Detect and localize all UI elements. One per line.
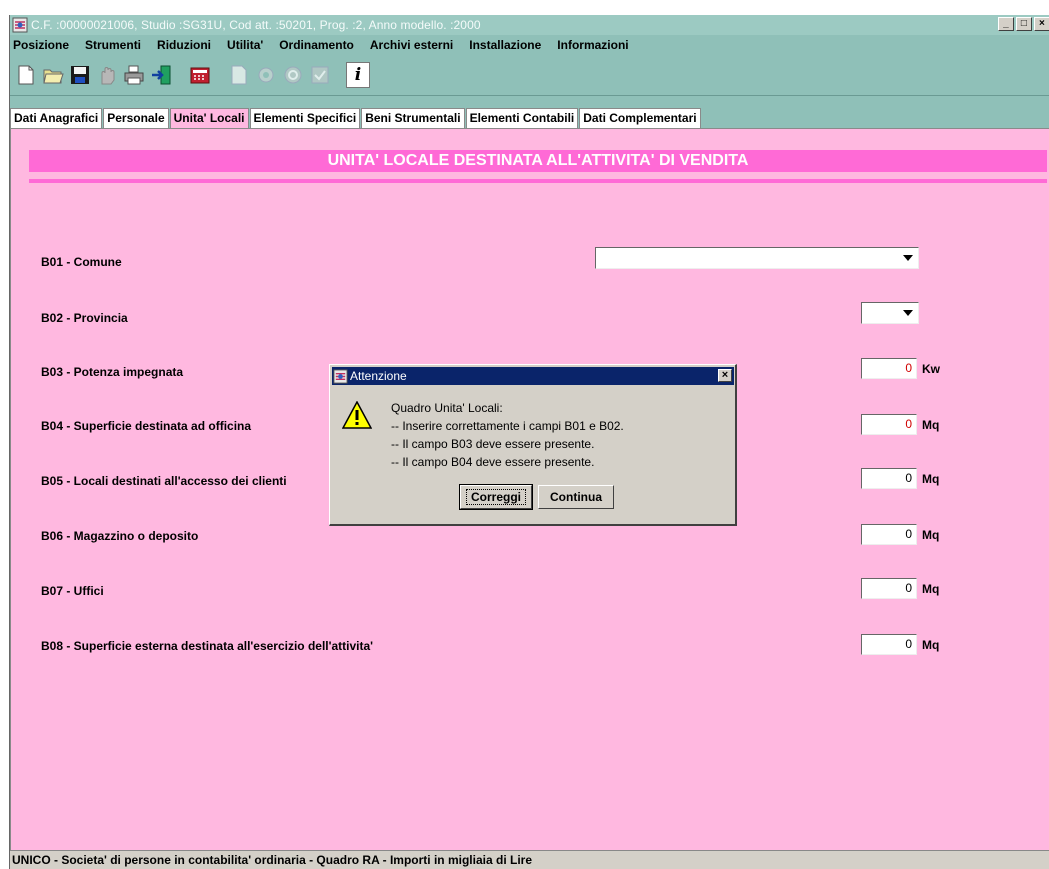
info-icon: i <box>354 65 362 85</box>
b04-label: B04 - Superficie destinata ad officina <box>41 419 252 433</box>
warning-icon <box>342 401 372 429</box>
exit-button[interactable] <box>148 62 174 88</box>
menu-riduzioni[interactable]: Riduzioni <box>149 38 219 52</box>
menu-informazioni[interactable]: Informazioni <box>549 38 636 52</box>
section-title: UNITA' LOCALE DESTINATA ALL'ATTIVITA' DI… <box>29 150 1047 172</box>
b07-label: B07 - Uffici <box>41 584 104 598</box>
dialog-message-line: -- Inserire correttamente i campi B01 e … <box>391 419 624 433</box>
dialog-message-line: Quadro Unita' Locali: <box>391 401 503 415</box>
b01-label: B01 - Comune <box>41 255 122 269</box>
b08-label: B08 - Superficie esterna destinata all'e… <box>41 639 374 653</box>
tab-dati-anagrafici[interactable]: Dati Anagrafici <box>10 108 103 128</box>
b06-unit: Mq <box>922 528 940 542</box>
settings-button[interactable] <box>253 62 279 88</box>
b07-unit: Mq <box>922 582 940 596</box>
menu-installazione[interactable]: Installazione <box>461 38 549 52</box>
tab-dati-complementari[interactable]: Dati Complementari <box>579 108 701 128</box>
open-button[interactable] <box>40 62 66 88</box>
tab-unita-locali[interactable]: Unita' Locali <box>169 108 249 128</box>
tab-elementi-contabili[interactable]: Elementi Contabili <box>465 108 579 128</box>
b01-dropdown-button[interactable] <box>898 248 918 268</box>
chevron-down-icon <box>903 310 913 316</box>
close-window-button[interactable]: × <box>1034 17 1049 31</box>
window-controls: _ □ × <box>996 17 1049 31</box>
b06-magazzino-input[interactable]: 0 <box>861 524 917 545</box>
hand-button[interactable] <box>94 62 120 88</box>
attention-dialog: Attenzione × Quadro Unita' Locali: -- In… <box>329 364 737 526</box>
b05-unit: Mq <box>922 472 940 486</box>
chevron-down-icon <box>903 255 913 261</box>
dialog-message-line: -- Il campo B04 deve essere presente. <box>391 455 595 469</box>
b03-unit: Kw <box>922 362 940 376</box>
b02-label: B02 - Provincia <box>41 311 128 325</box>
exit-icon <box>152 65 171 85</box>
app-icon <box>333 368 348 384</box>
b06-label: B06 - Magazzino o deposito <box>41 529 199 543</box>
copy-document-button[interactable] <box>226 62 252 88</box>
menu-posizione[interactable]: Posizione <box>10 38 77 52</box>
print-icon <box>124 65 144 85</box>
dialog-title: Attenzione <box>350 369 407 383</box>
save-disk-icon <box>71 66 89 84</box>
b02-provincia-select[interactable] <box>861 302 919 324</box>
dialog-title-bar[interactable]: Attenzione × <box>332 367 734 385</box>
dialog-message-line: -- Il campo B03 deve essere presente. <box>391 437 595 451</box>
open-folder-icon <box>43 69 64 84</box>
toolbar: i <box>10 55 1049 96</box>
b03-label: B03 - Potenza impegnata <box>41 365 184 379</box>
title-bar[interactable]: C.F. :00000021006, Studio :SG31U, Cod at… <box>10 15 1049 35</box>
b05-label: B05 - Locali destinati all'accesso dei c… <box>41 474 287 488</box>
hand-icon <box>101 67 115 85</box>
section-divider <box>29 179 1047 183</box>
status-bar: UNICO - Societa' di persone in contabili… <box>10 850 1049 869</box>
calculator-icon <box>190 67 210 84</box>
b04-unit: Mq <box>922 418 940 432</box>
minimize-button[interactable]: _ <box>998 17 1014 31</box>
b07-uffici-input[interactable]: 0 <box>861 578 917 599</box>
info-button[interactable]: i <box>346 62 370 88</box>
menu-strumenti[interactable]: Strumenti <box>77 38 149 52</box>
window-title: C.F. :00000021006, Studio :SG31U, Cod at… <box>31 18 481 32</box>
b04-officina-input[interactable]: 0 <box>861 414 917 435</box>
refresh-button[interactable] <box>280 62 306 88</box>
settings-icon <box>258 67 274 83</box>
continua-button[interactable]: Continua <box>538 485 614 509</box>
continua-button-label: Continua <box>550 490 602 504</box>
tab-personale[interactable]: Personale <box>103 108 169 128</box>
menu-utilita[interactable]: Utilita' <box>219 38 271 52</box>
tab-elementi-specifici[interactable]: Elementi Specifici <box>249 108 361 128</box>
app-icon <box>12 17 28 33</box>
b03-potenza-input[interactable]: 0 <box>861 358 917 379</box>
check-icon <box>311 66 329 84</box>
menu-archivi-esterni[interactable]: Archivi esterni <box>362 38 461 52</box>
b08-unit: Mq <box>922 638 940 652</box>
new-document-icon <box>18 65 34 85</box>
refresh-icon <box>284 66 302 84</box>
tab-bar: Dati Anagrafici Personale Unita' Locali … <box>10 108 702 128</box>
b05-clienti-input[interactable]: 0 <box>861 468 917 489</box>
print-button[interactable] <box>121 62 147 88</box>
dialog-close-button[interactable]: × <box>718 369 732 382</box>
calculator-button[interactable] <box>187 62 213 88</box>
tab-beni-strumentali[interactable]: Beni Strumentali <box>361 108 465 128</box>
menu-bar: Posizione Strumenti Riduzioni Utilita' O… <box>10 35 1049 55</box>
new-document-button[interactable] <box>13 62 39 88</box>
check-button[interactable] <box>307 62 333 88</box>
correggi-button-label: Correggi <box>465 489 526 505</box>
menu-ordinamento[interactable]: Ordinamento <box>271 38 362 52</box>
b08-superficie-esterna-input[interactable]: 0 <box>861 634 917 655</box>
copy-document-icon <box>231 65 247 85</box>
b01-comune-select[interactable] <box>595 247 919 269</box>
save-button[interactable] <box>67 62 93 88</box>
b02-dropdown-button[interactable] <box>898 303 918 323</box>
correggi-button[interactable]: Correggi <box>459 484 533 510</box>
maximize-button[interactable]: □ <box>1016 17 1032 31</box>
